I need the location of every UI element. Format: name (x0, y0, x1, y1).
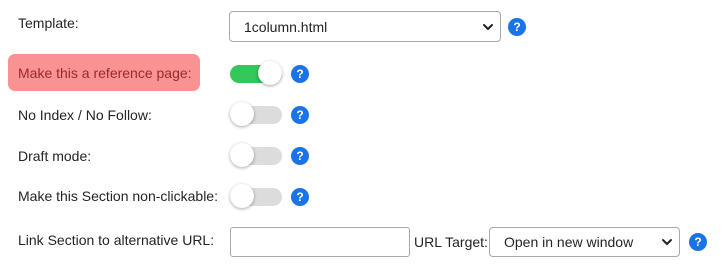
url-target-help-icon[interactable]: ? (689, 233, 707, 251)
template-help-icon[interactable]: ? (508, 18, 526, 36)
template-select[interactable]: 1column.html (229, 11, 501, 42)
template-select-value: 1column.html (244, 18, 328, 35)
toggle-knob (230, 102, 254, 126)
chevron-down-icon (662, 239, 672, 245)
draft-mode-toggle[interactable] (230, 143, 282, 167)
toggle-knob (230, 184, 254, 208)
non-clickable-help-icon[interactable]: ? (291, 188, 309, 206)
draft-mode-label: Draft mode: (18, 148, 92, 164)
url-target-select[interactable]: Open in new window (489, 227, 680, 257)
reference-page-label: Make this a reference page: (18, 65, 192, 81)
alt-url-label: Link Section to alternative URL: (18, 232, 215, 248)
draft-mode-help-icon[interactable]: ? (291, 147, 309, 165)
toggle-knob (258, 61, 282, 85)
non-clickable-toggle[interactable] (230, 184, 282, 208)
no-index-help-icon[interactable]: ? (291, 106, 309, 124)
non-clickable-label: Make this Section non-clickable: (18, 188, 218, 204)
reference-page-toggle[interactable] (230, 61, 282, 85)
url-target-label: URL Target: (414, 234, 488, 250)
no-index-toggle[interactable] (230, 102, 282, 126)
no-index-label: No Index / No Follow: (18, 107, 152, 123)
chevron-down-icon (483, 23, 493, 30)
template-label: Template: (18, 15, 79, 31)
alt-url-input[interactable] (230, 227, 410, 257)
url-target-select-value: Open in new window (504, 234, 634, 250)
reference-page-help-icon[interactable]: ? (291, 65, 309, 83)
toggle-knob (230, 143, 254, 167)
